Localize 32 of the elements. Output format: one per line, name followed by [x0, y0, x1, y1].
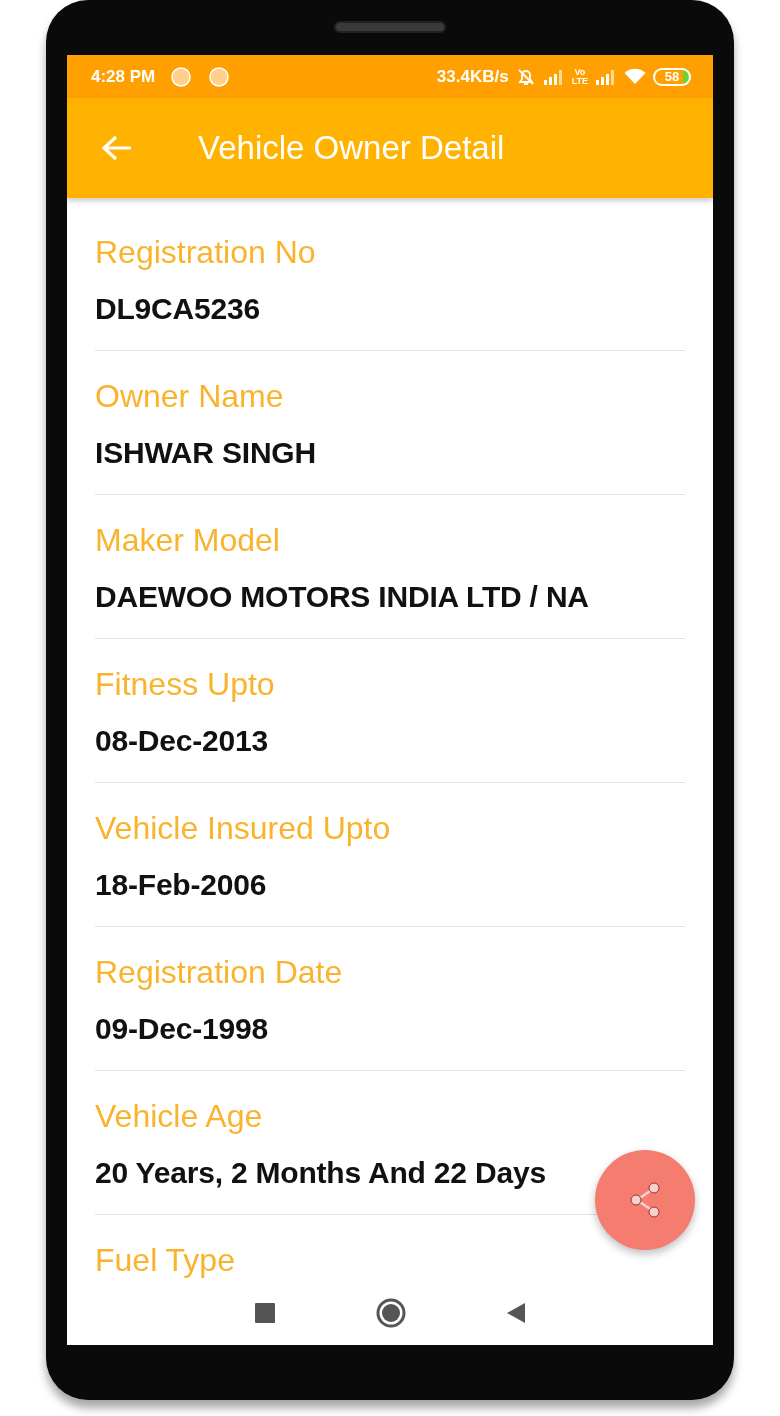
recent-apps-button[interactable] — [254, 1302, 276, 1324]
network-speed: 33.4KB/s — [436, 65, 509, 88]
mute-icon — [515, 66, 536, 87]
wifi-icon — [624, 68, 646, 85]
signal-icon — [595, 68, 617, 85]
field-label: Owner Name — [95, 377, 285, 416]
field-value: 20 Years, 2 Months And 22 Days — [95, 1155, 547, 1191]
home-button[interactable] — [376, 1298, 406, 1328]
volte-label: LTE — [571, 76, 588, 86]
back-button[interactable] — [506, 1302, 526, 1324]
field-value: 09-Dec-1998 — [95, 1011, 269, 1047]
field-label: Fuel Type — [95, 1241, 236, 1280]
field-value: DAEWOO MOTORS INDIA LTD / NA — [95, 579, 590, 615]
field-label: Vehicle Insured Upto — [95, 809, 392, 848]
share-button[interactable] — [595, 1150, 695, 1250]
field-label: Vehicle Age — [95, 1097, 264, 1136]
notification-icon — [209, 66, 230, 87]
notification-icon — [171, 66, 192, 87]
field-value: 08-Dec-2013 — [95, 723, 269, 759]
field-value: 18-Feb-2006 — [95, 867, 268, 903]
screen-title: Vehicle Owner Detail — [198, 128, 505, 169]
field-value: DL9CA5236 — [95, 291, 261, 327]
share-icon — [628, 1181, 662, 1219]
volte-label: Vo — [573, 67, 587, 77]
battery-indicator: 58 — [653, 67, 691, 86]
field-label: Fitness Upto — [95, 665, 276, 704]
field-value: ISHWAR SINGH — [95, 435, 317, 471]
field-label: Registration Date — [95, 953, 344, 992]
field-label: Maker Model — [95, 521, 281, 560]
signal-icon — [542, 68, 565, 85]
field-label: Registration No — [95, 233, 317, 272]
status-time: 4:28 PM — [91, 65, 156, 88]
